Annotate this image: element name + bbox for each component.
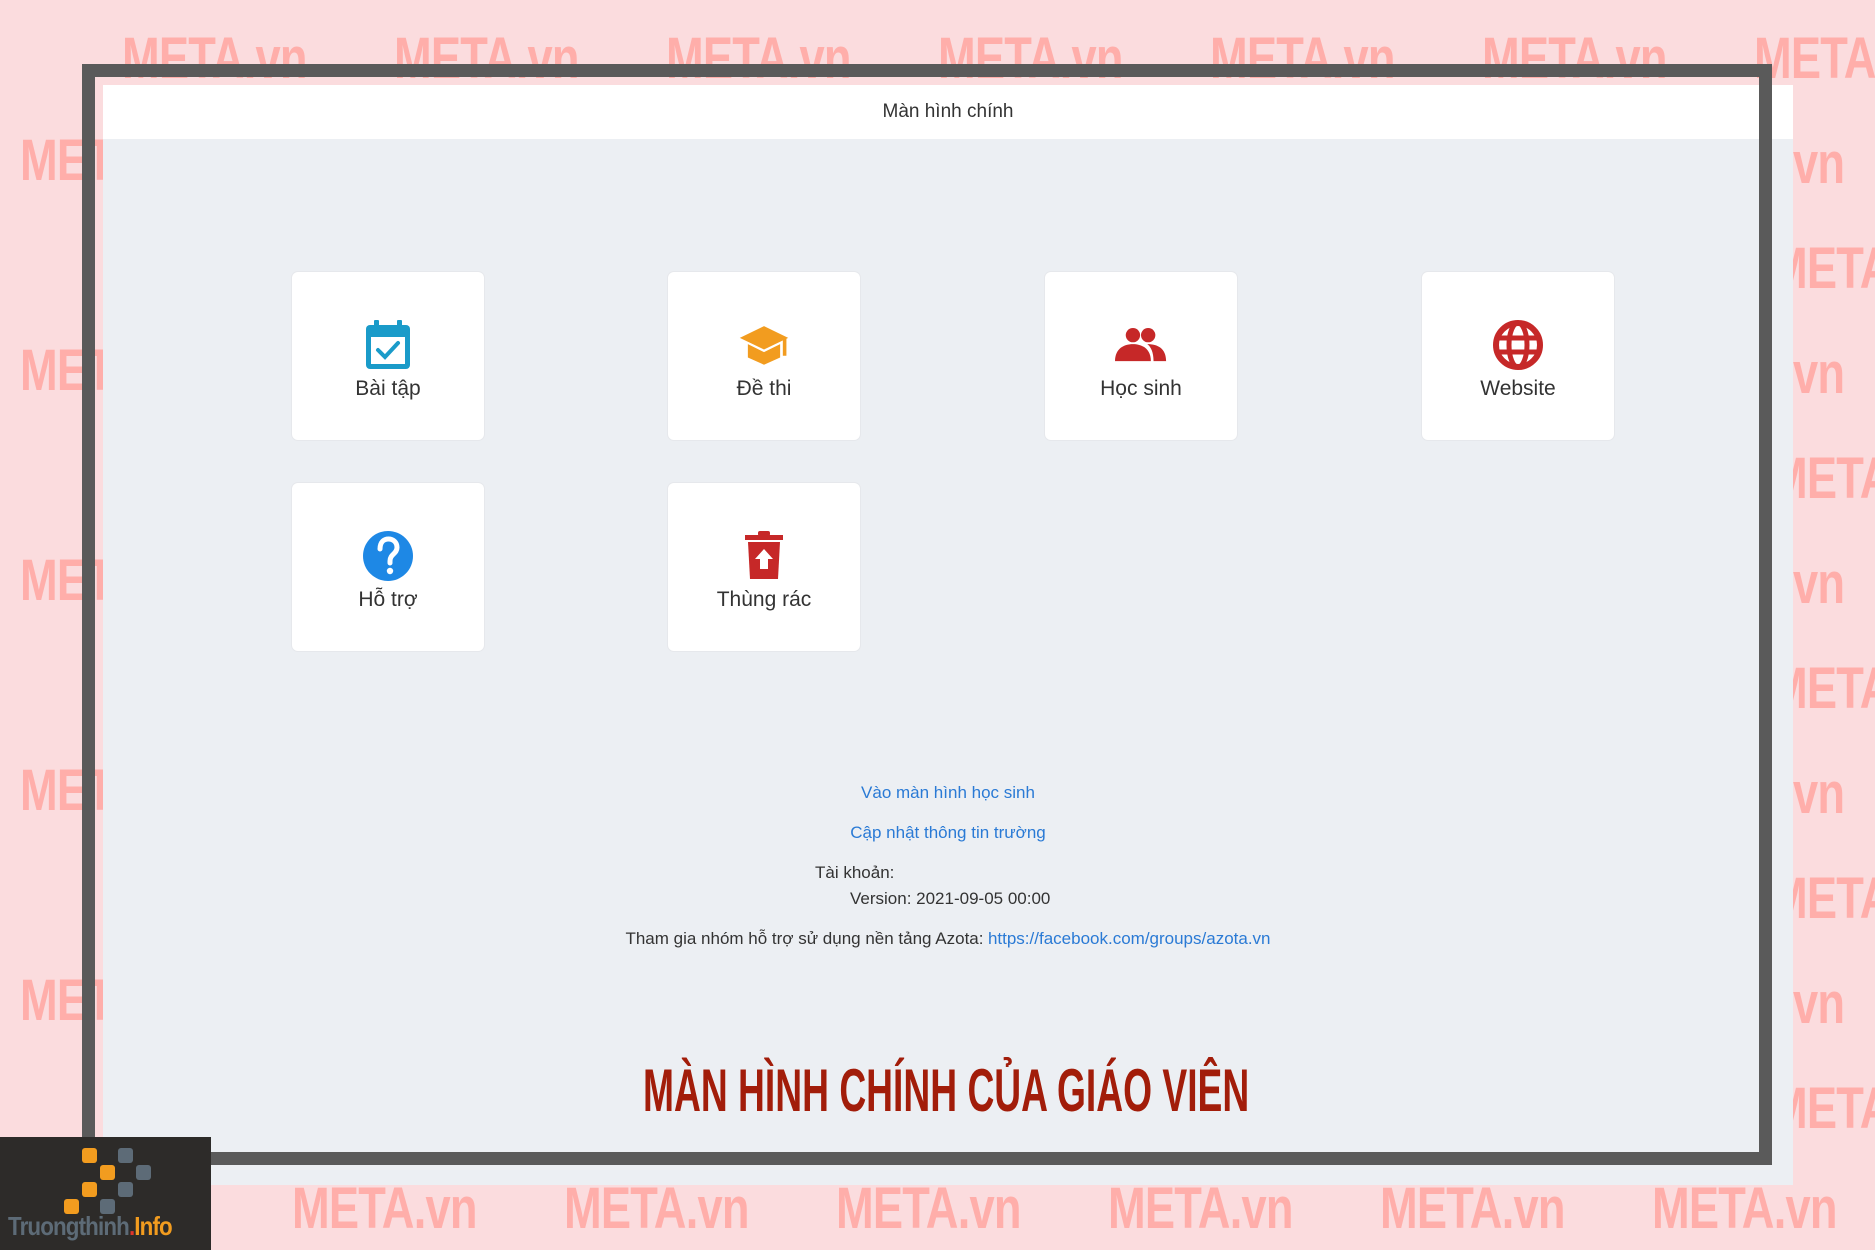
watermark-text: vn [1793,761,1845,826]
logo-square [118,1148,133,1163]
watermark-text: vn [1793,551,1845,616]
logo-square [82,1182,97,1197]
logo-square [100,1165,115,1180]
watermark-text: vn [1793,341,1845,406]
watermark-text: META.vn [292,1176,477,1241]
logo-square [136,1165,151,1180]
logo-text: Truongthinh.Info [8,1211,173,1241]
watermark-text: vn [1793,131,1845,196]
watermark-text: META.vn [1380,1176,1565,1241]
logo-square [82,1148,97,1163]
watermark-text: META.vn [1108,1176,1293,1241]
truongthinh-logo: Truongthinh.Info [0,1137,211,1250]
logo-square [118,1182,133,1197]
watermark-text: META.vn [836,1176,1021,1241]
watermark-text: META.vn [564,1176,749,1241]
presentation-frame [82,64,1772,1165]
watermark-text: META.vn [1754,26,1875,91]
watermark-text: META.vn [1652,1176,1837,1241]
caption-title: MÀN HÌNH CHÍNH CỦA GIÁO VIÊN [643,1057,1250,1124]
watermark-text: vn [1793,971,1845,1036]
